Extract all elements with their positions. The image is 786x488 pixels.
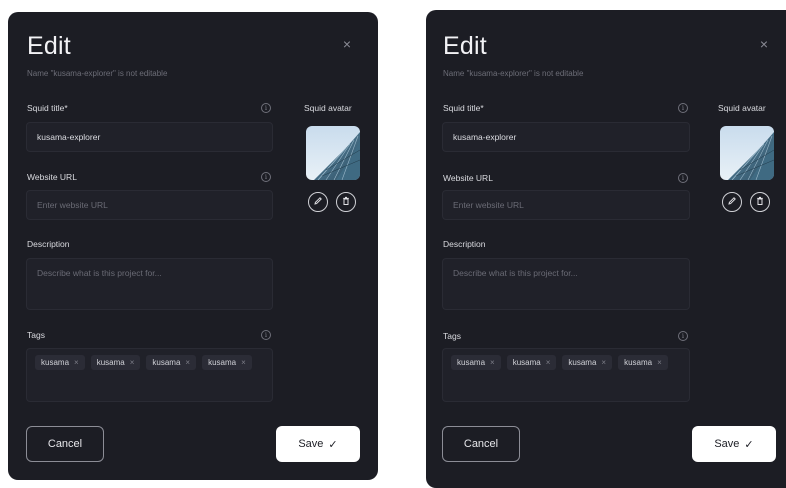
close-icon[interactable]: × [337, 34, 357, 54]
edit-dialog-right: Edit Name "kusama-explorer" is not edita… [426, 10, 786, 488]
squid-title-value: kusama-explorer [37, 132, 101, 142]
save-button-label: Save [298, 438, 324, 450]
squid-avatar-label: Squid avatar [718, 103, 766, 113]
pencil-icon [727, 193, 737, 211]
cancel-button[interactable]: Cancel [26, 426, 104, 462]
description-textarea[interactable]: Describe what is this project for... [26, 258, 273, 310]
remove-tag-icon[interactable]: × [185, 358, 190, 367]
tag-label: kusama [41, 358, 70, 367]
tag-chip: kusama × [90, 355, 141, 370]
squid-title-info-icon[interactable]: i [678, 103, 688, 113]
trash-icon [755, 193, 765, 211]
tag-label: kusama [152, 358, 181, 367]
tags-input[interactable]: kusama × kusama × kusama × kusama × [26, 348, 273, 402]
tags-info-icon[interactable]: i [678, 331, 688, 341]
tag-chip: kusama × [618, 355, 668, 370]
pencil-icon [313, 193, 323, 211]
tags-label: Tags [443, 331, 461, 341]
edit-avatar-button[interactable] [308, 192, 328, 212]
tag-chip: kusama × [506, 355, 557, 370]
tag-label: kusama [512, 358, 541, 367]
close-icon[interactable]: × [754, 34, 774, 54]
website-url-placeholder: Enter website URL [453, 200, 524, 210]
website-url-info-icon[interactable]: i [261, 172, 271, 182]
remove-tag-icon[interactable]: × [546, 358, 551, 367]
dialog-title: Edit [443, 32, 487, 60]
description-textarea[interactable]: Describe what is this project for... [442, 258, 690, 310]
tag-chip: kusama × [146, 355, 197, 370]
checkmark-icon: ✓ [744, 438, 754, 451]
tag-label: kusama [208, 358, 237, 367]
edit-dialog-left: Edit Name "kusama-explorer" is not edita… [8, 12, 378, 480]
tag-label: kusama [568, 358, 597, 367]
tag-label: kusama [96, 358, 125, 367]
tags-label: Tags [27, 330, 45, 340]
remove-tag-icon[interactable]: × [130, 358, 135, 367]
squid-avatar-image [306, 126, 360, 180]
tags-input[interactable]: kusama × kusama × kusama × kusama × [442, 348, 690, 402]
tag-chip: kusama × [451, 355, 501, 370]
dialog-title: Edit [27, 32, 71, 60]
squid-title-info-icon[interactable]: i [261, 103, 271, 113]
remove-tag-icon[interactable]: × [74, 358, 79, 367]
description-placeholder: Describe what is this project for... [453, 268, 578, 278]
squid-avatar-image [720, 126, 774, 180]
tag-chip: kusama × [202, 355, 252, 370]
squid-title-label: Squid title* [27, 103, 68, 113]
squid-title-input[interactable]: kusama-explorer [442, 122, 690, 152]
delete-avatar-button[interactable] [750, 192, 770, 212]
save-button-label: Save [714, 438, 740, 450]
website-url-input[interactable]: Enter website URL [442, 190, 690, 220]
website-url-label: Website URL [27, 172, 77, 182]
edit-avatar-button[interactable] [722, 192, 742, 212]
remove-tag-icon[interactable]: × [241, 358, 246, 367]
dialog-subtitle: Name "kusama-explorer" is not editable [443, 69, 584, 78]
website-url-input[interactable]: Enter website URL [26, 190, 273, 220]
checkmark-icon: ✓ [328, 438, 338, 451]
remove-tag-icon[interactable]: × [601, 358, 606, 367]
trash-icon [341, 193, 351, 211]
description-label: Description [27, 239, 70, 249]
squid-title-input[interactable]: kusama-explorer [26, 122, 273, 152]
remove-tag-icon[interactable]: × [657, 358, 662, 367]
delete-avatar-button[interactable] [336, 192, 356, 212]
squid-title-value: kusama-explorer [453, 132, 517, 142]
squid-title-label: Squid title* [443, 103, 484, 113]
website-url-label: Website URL [443, 173, 493, 183]
description-label: Description [443, 239, 486, 249]
save-button[interactable]: Save ✓ [276, 426, 360, 462]
cancel-button[interactable]: Cancel [442, 426, 520, 462]
tags-info-icon[interactable]: i [261, 330, 271, 340]
website-url-info-icon[interactable]: i [678, 173, 688, 183]
remove-tag-icon[interactable]: × [490, 358, 495, 367]
description-placeholder: Describe what is this project for... [37, 268, 162, 278]
squid-avatar-label: Squid avatar [304, 103, 352, 113]
tag-chip: kusama × [562, 355, 613, 370]
save-button[interactable]: Save ✓ [692, 426, 776, 462]
website-url-placeholder: Enter website URL [37, 200, 108, 210]
dialog-subtitle: Name "kusama-explorer" is not editable [27, 69, 168, 78]
tag-label: kusama [624, 358, 653, 367]
tag-label: kusama [457, 358, 486, 367]
tag-chip: kusama × [35, 355, 85, 370]
